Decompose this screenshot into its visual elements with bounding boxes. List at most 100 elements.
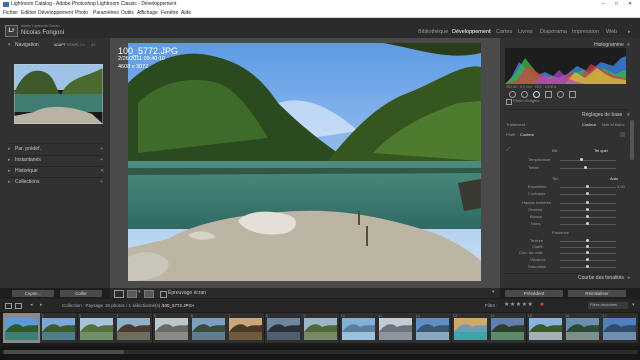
crop-tool-icon[interactable]: [509, 91, 516, 98]
menu-affichage[interactable]: Affichage: [137, 10, 158, 16]
module-bibliotheque[interactable]: Bibliothèque: [418, 29, 448, 36]
spot-removal-icon[interactable]: [521, 91, 528, 98]
menu-photo[interactable]: Photo: [75, 10, 88, 16]
module-developpement[interactable]: Développement: [452, 29, 491, 36]
histogram-collapse-icon[interactable]: ▾: [627, 43, 630, 48]
filmstrip-thumbnail[interactable]: 9: [302, 313, 340, 343]
filmstrip-thumbnail[interactable]: 5: [152, 313, 190, 343]
collections-panel[interactable]: Collections: [15, 180, 39, 185]
slider-contrast-knob[interactable]: [586, 192, 589, 195]
navigator-title[interactable]: Navigation: [15, 43, 39, 48]
back-arrow-icon[interactable]: ◂: [30, 303, 33, 308]
menu-developpement[interactable]: Développement: [38, 10, 73, 16]
history-clear-icon[interactable]: ✕: [100, 169, 104, 174]
menu-fenetre[interactable]: Fenêtre: [161, 10, 178, 16]
filmstrip-collapse-icon[interactable]: ▾: [632, 303, 635, 308]
module-livres[interactable]: Livres: [518, 29, 533, 36]
main-photo[interactable]: [128, 43, 481, 281]
presets-add-icon[interactable]: +: [100, 147, 103, 152]
zoom-1-1[interactable]: 1:1: [80, 43, 85, 48]
slider-highlights-knob[interactable]: [586, 201, 589, 204]
filmstrip-thumbnail[interactable]: 1: [3, 313, 40, 343]
minimize-icon[interactable]: –: [602, 2, 605, 7]
filmstrip-thumbnail[interactable]: 12: [414, 313, 452, 343]
snapshots-panel[interactable]: Instantanés: [15, 158, 41, 163]
filmstrip-thumbnail[interactable]: 15: [526, 313, 564, 343]
filmstrip-source[interactable]: Collection : Paysage: [62, 303, 103, 309]
histogram[interactable]: [505, 48, 626, 84]
slider-vibrance-knob[interactable]: [586, 258, 589, 261]
slider-exposure-value[interactable]: 0,00: [617, 185, 625, 189]
filmstrip-scroll-thumb[interactable]: [4, 350, 124, 354]
right-panel-scrollbar[interactable]: [630, 120, 634, 160]
navigator-collapse-icon[interactable]: ▾: [8, 43, 11, 48]
basic-collapse-icon[interactable]: ▾: [627, 113, 630, 118]
close-icon[interactable]: ✕: [628, 2, 632, 7]
filmstrip-thumbnail[interactable]: 14: [489, 313, 527, 343]
toolbar-menu-icon[interactable]: ▾: [492, 290, 495, 295]
brush-tool-icon[interactable]: [569, 91, 576, 98]
navigator-preview[interactable]: [13, 63, 104, 125]
snapshots-expand-icon[interactable]: ▸: [8, 158, 11, 163]
collections-add-icon[interactable]: +: [100, 180, 103, 185]
reset-button[interactable]: Réinitialiser: [568, 290, 626, 297]
copy-settings-button[interactable]: Copier...: [12, 290, 54, 297]
graduated-filter-icon[interactable]: [545, 91, 552, 98]
slider-temperature-track[interactable]: [560, 160, 616, 161]
flag-filter-icon[interactable]: ■: [540, 302, 544, 308]
filmstrip-file-dropdown-icon[interactable]: ▾: [192, 303, 194, 309]
presets-panel[interactable]: Par. prédéf.: [15, 147, 41, 152]
module-impression[interactable]: Impression: [572, 29, 599, 36]
wb-eyedropper-icon[interactable]: ⟋: [506, 147, 510, 153]
menu-edition[interactable]: Edition: [21, 10, 36, 16]
presets-expand-icon[interactable]: ▸: [8, 147, 11, 152]
menu-parametres[interactable]: Paramètres: [93, 10, 119, 16]
forward-arrow-icon[interactable]: ▸: [40, 303, 43, 308]
tone-curve-expand-icon[interactable]: ◂: [627, 276, 630, 281]
filmstrip-thumbnail[interactable]: 8: [264, 313, 302, 343]
profile-browser-icon[interactable]: [620, 132, 625, 137]
zoom-fill[interactable]: REMPL: [67, 43, 79, 48]
module-expand-icon[interactable]: ▸: [628, 30, 631, 35]
slider-temperature-knob[interactable]: [580, 158, 583, 161]
filmstrip-thumbnail[interactable]: 17: [601, 313, 639, 343]
filmstrip-thumbnail[interactable]: 10: [339, 313, 377, 343]
menu-outils[interactable]: Outils: [121, 10, 134, 16]
filmstrip-thumbnail[interactable]: 11: [377, 313, 414, 343]
slider-shadows-knob[interactable]: [586, 208, 589, 211]
filmstrip-thumbnail[interactable]: 2: [40, 313, 78, 343]
filmstrip-thumbnail[interactable]: 16: [564, 313, 601, 343]
before-after-icon[interactable]: [127, 290, 137, 298]
loupe-view-icon[interactable]: [114, 290, 124, 298]
slider-clarity-knob[interactable]: [586, 245, 589, 248]
slider-texture-knob[interactable]: [586, 239, 589, 242]
previous-button[interactable]: Précédent: [505, 290, 563, 297]
before-after-dropdown-icon[interactable]: ▾: [138, 290, 141, 295]
soft-proof-checkbox[interactable]: [160, 291, 167, 298]
grid-view-icon[interactable]: [15, 303, 22, 309]
snapshots-add-icon[interactable]: +: [100, 158, 103, 163]
radial-filter-icon[interactable]: [557, 91, 564, 98]
original-photo-checkbox[interactable]: [506, 99, 512, 105]
red-eye-icon[interactable]: [533, 91, 540, 98]
menu-aide[interactable]: Aide: [181, 10, 191, 16]
slider-saturation-knob[interactable]: [586, 265, 589, 268]
slider-whites-knob[interactable]: [586, 215, 589, 218]
slider-dehaze-knob[interactable]: [586, 251, 589, 254]
history-expand-icon[interactable]: ▸: [8, 169, 11, 174]
slider-tint-track[interactable]: [560, 168, 616, 169]
auto-tone-button[interactable]: Auto: [610, 177, 618, 181]
maximize-icon[interactable]: □: [615, 2, 618, 7]
slider-exposure-knob[interactable]: [586, 185, 589, 188]
filmstrip-thumbnail[interactable]: 7: [227, 313, 265, 343]
treatment-bw[interactable]: Noir et blanc: [602, 123, 624, 127]
module-diaporama[interactable]: Diaporama: [540, 29, 567, 36]
filmstrip-thumbnail[interactable]: 13: [451, 313, 489, 343]
rating-filter-stars-icon[interactable]: ★★★★★: [504, 302, 533, 308]
paste-settings-button[interactable]: Coller: [60, 290, 102, 297]
slider-tint-knob[interactable]: [584, 166, 587, 169]
filmstrip-thumbnail[interactable]: 6: [190, 313, 227, 343]
zoom-3-1[interactable]: 3:1: [91, 43, 96, 48]
second-window-icon[interactable]: [5, 303, 12, 309]
slider-blacks-knob[interactable]: [586, 222, 589, 225]
